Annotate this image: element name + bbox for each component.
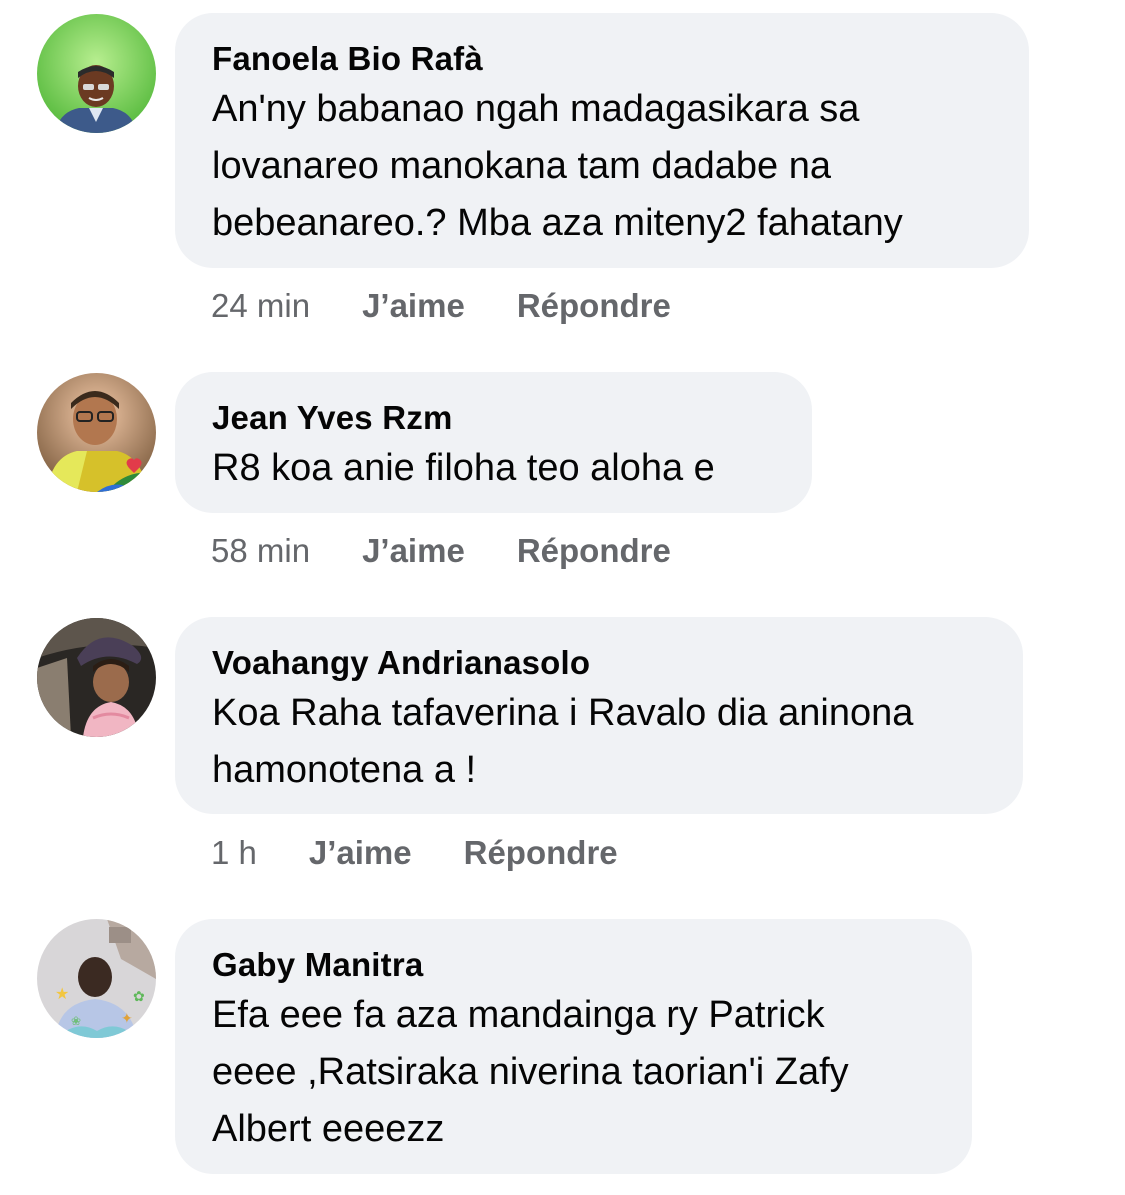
avatar-photo (37, 618, 156, 737)
reply-button[interactable]: Répondre (517, 531, 671, 571)
comment-author[interactable]: Gaby Manitra (212, 945, 936, 985)
svg-text:✿: ✿ (133, 989, 145, 1005)
avatar[interactable] (37, 14, 156, 133)
comment-text: Koa Raha tafaverina i Ravalo dia aninona… (212, 692, 914, 791)
reply-button[interactable]: Répondre (464, 833, 618, 873)
comment-bubble: Fanoela Bio Rafà An'ny babanao ngah mada… (175, 13, 1029, 268)
comment-actions: 1 h J’aime Répondre (211, 833, 618, 873)
like-button[interactable]: J’aime (362, 531, 465, 571)
comment-bubble: Gaby Manitra Efa eee fa aza mandainga ry… (175, 919, 972, 1174)
avatar[interactable]: ★ ✿ ✦ ❀ (37, 919, 156, 1038)
comment-text: An'ny babanao ngah madagasikara sa lovan… (212, 88, 903, 244)
avatar-photo: ★ ✿ ✦ ❀ (37, 919, 156, 1038)
comment-text: R8 koa anie filoha teo aloha e (212, 447, 715, 489)
svg-text:✦: ✦ (121, 1011, 133, 1027)
avatar[interactable] (37, 373, 156, 492)
comment-author[interactable]: Voahangy Andrianasolo (212, 643, 987, 683)
comment-bubble: Jean Yves Rzm R8 koa anie filoha teo alo… (175, 372, 812, 513)
like-button[interactable]: J’aime (362, 286, 465, 326)
comment-text: Efa eee fa aza mandainga ry Patrick eeee… (212, 994, 849, 1150)
avatar-photo (37, 373, 156, 492)
comment-bubble: Voahangy Andrianasolo Koa Raha tafaverin… (175, 617, 1023, 814)
svg-text:❀: ❀ (71, 1014, 81, 1028)
comment-actions: 58 min J’aime Répondre (211, 531, 671, 571)
comment-time[interactable]: 24 min (211, 286, 310, 326)
like-button[interactable]: J’aime (309, 833, 412, 873)
svg-text:★: ★ (55, 984, 69, 1003)
avatar-photo (37, 14, 156, 133)
comment-author[interactable]: Jean Yves Rzm (212, 398, 776, 438)
comment-actions: 24 min J’aime Répondre (211, 286, 671, 326)
comment-time[interactable]: 58 min (211, 531, 310, 571)
reply-button[interactable]: Répondre (517, 286, 671, 326)
comment-author[interactable]: Fanoela Bio Rafà (212, 39, 993, 79)
comment-time[interactable]: 1 h (211, 833, 257, 873)
avatar[interactable] (37, 618, 156, 737)
